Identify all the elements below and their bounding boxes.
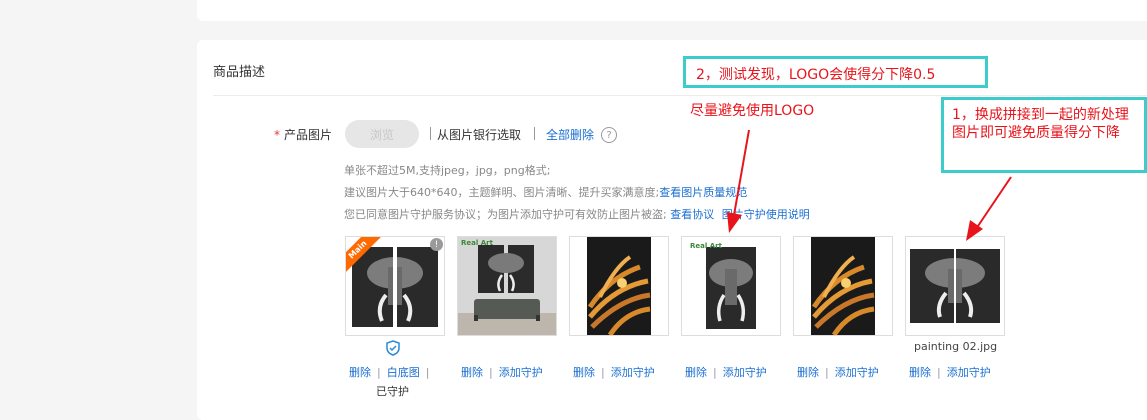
arrow-logo-head <box>727 212 742 233</box>
annotation-arrows <box>727 129 1012 241</box>
arrow-note-1 <box>977 176 1012 227</box>
arrow-logo <box>733 129 750 216</box>
